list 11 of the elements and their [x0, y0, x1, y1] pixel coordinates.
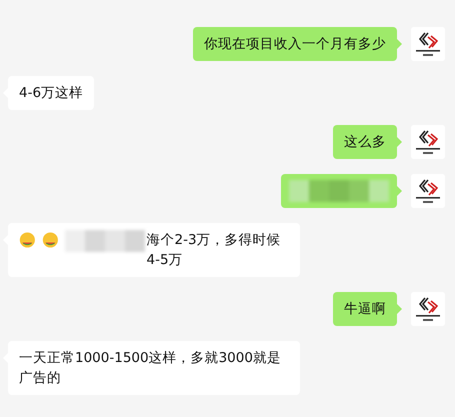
bubble-tail: [397, 304, 402, 314]
message-bubble: 牛逼啊: [333, 292, 397, 326]
message-text: 海个2-3万，多得时候4-5万: [146, 231, 282, 270]
message-bubble: 4-6万这样: [8, 76, 94, 110]
emoji-icon: [19, 230, 36, 250]
emoji-icon: [42, 230, 58, 250]
bubble-tail: [397, 39, 402, 49]
bubble-tail: [397, 137, 402, 147]
message-bubble: 这么多: [333, 125, 397, 159]
message-bubble: 你现在项目收入一个月有多少: [193, 27, 397, 61]
message-bubble: 一天正常1000-1500这样，多就3000就是广告的: [8, 341, 300, 395]
